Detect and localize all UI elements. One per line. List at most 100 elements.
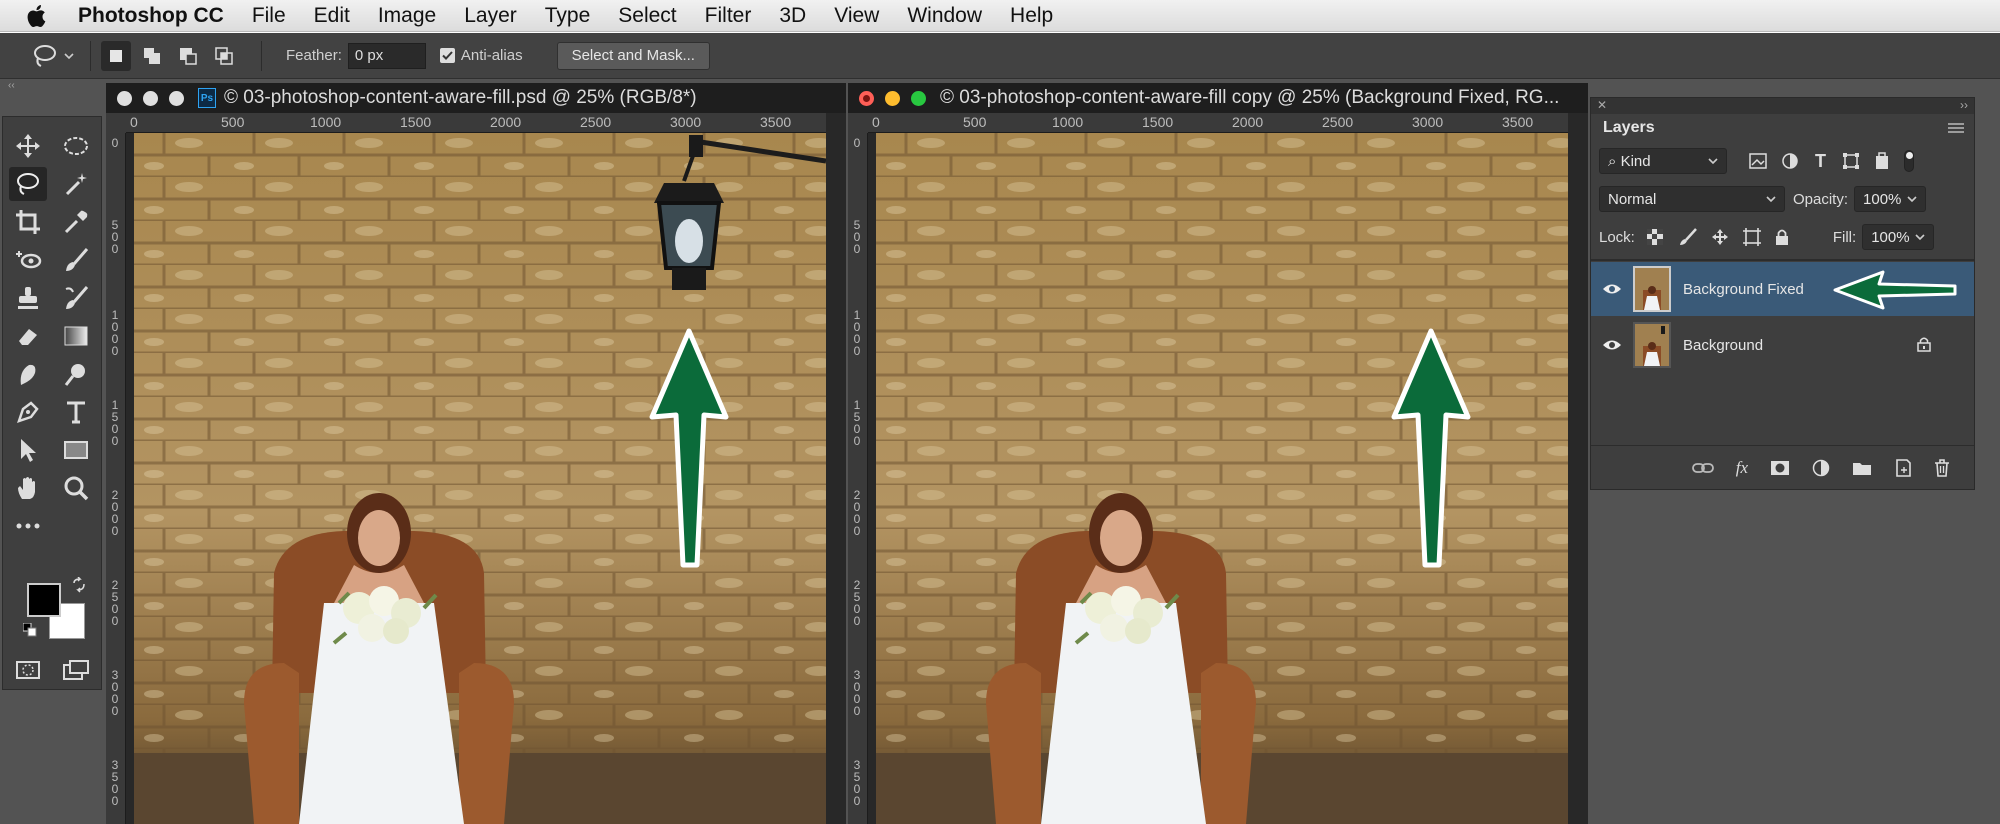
default-colors-icon[interactable] [22,622,37,642]
add-mask-icon[interactable] [1770,460,1790,476]
fx-layer-style-icon[interactable]: fx [1736,458,1748,478]
menu-3d[interactable]: 3D [779,4,806,28]
vertical-ruler[interactable]: 0 500 1000 1500 2000 2500 3000 3500 [848,133,868,824]
healing-brush-tool[interactable] [9,243,47,277]
eye-visibility-icon[interactable] [1591,283,1633,295]
horizontal-ruler[interactable]: 0 500 1000 1500 2000 2500 3000 3500 [126,113,826,133]
blend-mode-dropdown[interactable]: Normal [1599,186,1785,212]
zoom-window-icon[interactable] [911,90,926,106]
dodge-tool[interactable] [57,357,95,391]
move-tool[interactable] [9,129,47,163]
menu-file[interactable]: File [252,4,286,28]
antialias-label: Anti-alias [460,47,523,64]
zoom-window-icon[interactable] [169,90,184,106]
ruler-tick-label: 500 [111,218,119,256]
subtract-from-selection-button[interactable] [173,41,203,71]
tab-layers[interactable]: Layers [1591,114,1974,142]
app-menu-photoshop[interactable]: Photoshop CC [78,4,224,28]
document-tab[interactable]: © 03-photoshop-content-aware-fill copy @… [848,83,1588,113]
apple-icon[interactable] [26,4,66,27]
clone-stamp-tool[interactable] [9,281,47,315]
new-group-folder-icon[interactable] [1852,460,1872,476]
green-arrow-annotation-icon [1833,270,1957,310]
blur-tool[interactable] [9,357,47,391]
lock-all-icon[interactable] [1775,228,1789,246]
filter-shape-icon[interactable] [1842,152,1860,170]
document-tab[interactable]: Ps © 03-photoshop-content-aware-fill.psd… [106,83,846,113]
ruler-origin[interactable] [106,113,126,133]
menu-window[interactable]: Window [907,4,982,28]
new-layer-icon[interactable] [1894,458,1912,477]
menu-view[interactable]: View [834,4,879,28]
horizontal-ruler[interactable]: 0 500 1000 1500 2000 2500 3000 3500 [868,113,1568,133]
layer-thumbnail [1633,266,1671,312]
panel-menu-icon[interactable] [1948,122,1964,134]
zoom-tool[interactable] [57,471,95,505]
vertical-ruler[interactable]: 0 500 1000 1500 2000 2500 3000 3500 [106,133,126,824]
filter-kind-dropdown[interactable]: ⌕ Kind [1599,148,1727,174]
lock-image-pixels-icon[interactable] [1679,228,1697,246]
intersect-selection-button[interactable] [209,41,239,71]
link-layers-icon[interactable] [1691,462,1714,474]
ruler-tick-label: 3000 [111,668,119,718]
lasso-tool[interactable] [9,167,47,201]
ruler-origin[interactable] [848,113,868,133]
document-canvas[interactable] [876,133,1568,824]
filter-pixel-icon[interactable] [1749,153,1767,169]
foreground-color-swatch[interactable] [27,583,61,617]
tool-preset-picker[interactable] [32,44,74,68]
eyedropper-tool[interactable] [57,205,95,239]
lock-artboard-icon[interactable] [1742,228,1761,246]
filter-toggle-switch[interactable] [1904,150,1914,172]
menu-select[interactable]: Select [618,4,676,28]
layer-row-background-fixed[interactable]: Background Fixed [1591,262,1974,316]
new-selection-button[interactable] [101,40,131,71]
gradient-tool[interactable] [57,319,95,353]
swap-colors-icon[interactable] [71,576,87,598]
opacity-input[interactable]: 100% [1854,186,1927,212]
brush-tool[interactable] [57,243,95,277]
pen-tool[interactable] [9,395,47,429]
menu-edit[interactable]: Edit [314,4,350,28]
menu-type[interactable]: Type [545,4,591,28]
edit-toolbar-button[interactable] [9,509,47,543]
lock-transparent-pixels-icon[interactable] [1646,229,1663,245]
filter-type-icon[interactable]: T [1815,151,1826,172]
rectangle-tool[interactable] [57,433,95,467]
minimize-window-icon[interactable] [885,90,900,106]
filter-smart-object-icon[interactable] [1874,152,1890,170]
menu-filter[interactable]: Filter [705,4,752,28]
minimize-window-icon[interactable] [143,90,158,106]
quick-mask-button[interactable] [9,653,47,687]
menu-layer[interactable]: Layer [464,4,517,28]
eye-visibility-icon[interactable] [1591,339,1633,351]
type-tool[interactable] [57,395,95,429]
menu-image[interactable]: Image [378,4,436,28]
lock-position-icon[interactable] [1711,228,1729,246]
close-window-icon[interactable] [117,90,132,106]
close-window-icon[interactable] [859,90,874,106]
magic-wand-tool[interactable] [57,167,95,201]
antialias-checkbox[interactable]: Anti-alias [439,47,523,64]
document-canvas[interactable] [134,133,826,824]
select-and-mask-button[interactable]: Select and Mask... [556,41,710,70]
add-to-selection-button[interactable] [137,41,167,71]
path-selection-tool[interactable] [9,433,47,467]
eraser-tool[interactable] [9,319,47,353]
menu-help[interactable]: Help [1010,4,1053,28]
marquee-tool[interactable] [57,129,95,163]
delete-layer-icon[interactable] [1934,458,1950,477]
collapse-panel-icon[interactable]: ›› [1960,98,1968,114]
fill-input[interactable]: 100% [1862,224,1935,250]
close-panel-icon[interactable]: ✕ [1597,98,1607,114]
hand-tool[interactable] [9,471,47,505]
toolbar-collapse-icon[interactable]: ‹‹ [0,80,104,91]
feather-input[interactable] [347,42,426,69]
crop-tool[interactable] [9,205,47,239]
history-brush-tool[interactable] [57,281,95,315]
filter-adjustment-icon[interactable] [1781,152,1799,170]
layer-row-background[interactable]: Background [1591,318,1974,372]
lock-icon [1917,337,1931,352]
screen-mode-button[interactable] [57,653,95,687]
new-adjustment-layer-icon[interactable] [1812,459,1830,477]
